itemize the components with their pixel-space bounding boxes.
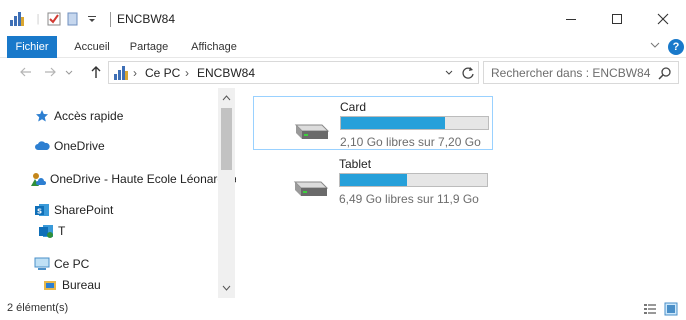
ribbon: Fichier Accueil Partage Affichage ? <box>0 36 686 58</box>
close-icon <box>657 13 669 25</box>
svg-text:S: S <box>37 208 42 216</box>
nav-item-label: T <box>58 224 66 238</box>
drive-tablet[interactable]: Tablet 6,49 Go libres sur 11,9 Go <box>253 154 493 208</box>
drive-name: Tablet <box>339 157 372 171</box>
close-button[interactable] <box>640 5 686 33</box>
details-view-icon[interactable] <box>643 302 657 316</box>
help-button[interactable]: ? <box>668 39 684 55</box>
nav-scrollbar[interactable] <box>218 88 235 298</box>
search-input[interactable]: Rechercher dans : ENCBW84 <box>483 61 679 84</box>
up-button[interactable] <box>88 65 104 81</box>
checkbox-icon[interactable] <box>46 11 62 27</box>
item-count: 2 élément(s) <box>7 302 69 314</box>
cloud-icon <box>34 138 50 154</box>
nav-item-ce-pc[interactable]: Ce PC <box>34 254 89 274</box>
chevron-down-icon <box>222 285 231 291</box>
sharepoint-site-icon <box>38 223 54 239</box>
breadcrumb-encbw84[interactable]: ENCBW84 <box>197 66 255 80</box>
nav-item-label: Ce PC <box>54 257 90 271</box>
chevron-down-icon <box>445 70 453 75</box>
drive-usage-fill <box>340 174 407 186</box>
nav-item-bureau[interactable]: Bureau <box>42 275 101 295</box>
nav-item-label: OneDrive - Haute Ecole Léonard de Vinci <box>50 172 236 186</box>
back-button[interactable] <box>18 65 34 81</box>
status-bar: 2 élément(s) <box>0 298 686 320</box>
tab-fichier[interactable]: Fichier <box>7 36 57 58</box>
breadcrumb-chevron-icon[interactable]: › <box>133 66 137 80</box>
breadcrumb-chevron-icon[interactable]: › <box>185 66 189 80</box>
expand-ribbon-button[interactable] <box>649 39 663 53</box>
navigation-pane: Accès rapide OneDrive OneDrive - Haute E… <box>0 88 236 298</box>
maximize-button[interactable] <box>594 5 640 33</box>
nav-item-onedrive-haute-ecole[interactable]: OneDrive - Haute Ecole Léonard de Vinci <box>30 169 236 189</box>
tab-partage[interactable]: Partage <box>126 36 172 58</box>
drive-usage-fill <box>341 117 446 129</box>
customize-toolbar-icon[interactable] <box>86 11 98 27</box>
star-icon <box>34 108 50 124</box>
minimize-icon <box>566 19 576 20</box>
nav-item-sharepoint[interactable]: S SharePoint <box>34 200 113 220</box>
forward-button[interactable] <box>42 65 58 81</box>
search-placeholder: Rechercher dans : ENCBW84 <box>491 66 651 80</box>
nav-item-t[interactable]: T <box>38 221 65 241</box>
breadcrumb-ce-pc[interactable]: Ce PC <box>145 66 180 80</box>
title-bar: | ENCBW84 <box>0 0 686 36</box>
nav-item-label: Accès rapide <box>54 109 124 123</box>
chevron-down-icon <box>650 42 660 48</box>
drive-space-info: 6,49 Go libres sur 11,9 Go <box>339 192 479 206</box>
drive-space-info: 2,10 Go libres sur 7,20 Go <box>340 135 481 149</box>
refresh-button[interactable] <box>461 66 475 83</box>
folder-rename-icon[interactable] <box>66 11 80 27</box>
toolbar-separator: | <box>36 13 40 25</box>
title-separator <box>110 12 111 27</box>
tab-accueil[interactable]: Accueil <box>68 36 116 58</box>
chevron-up-icon <box>222 95 231 101</box>
desktop-folder-icon <box>42 277 58 293</box>
maximize-icon <box>612 14 622 24</box>
drive-card[interactable]: Card 2,10 Go libres sur 7,20 Go <box>253 96 493 150</box>
address-dropdown-button[interactable] <box>444 67 454 81</box>
nav-item-label: SharePoint <box>54 203 114 217</box>
window-title: ENCBW84 <box>117 12 176 26</box>
address-bar[interactable]: › Ce PC › ENCBW84 <box>108 61 479 84</box>
nav-item-label: Bureau <box>62 278 101 292</box>
refresh-icon <box>462 67 474 79</box>
drive-name: Card <box>340 100 367 114</box>
arrow-left-icon <box>20 67 31 77</box>
drive-usage-bar <box>339 173 488 187</box>
sharepoint-icon: S <box>34 202 50 218</box>
removable-drive-icon <box>293 181 329 196</box>
arrow-up-icon <box>91 66 101 78</box>
person-cloud-icon <box>30 171 46 187</box>
chevron-down-icon <box>65 70 73 75</box>
nav-item-onedrive[interactable]: OneDrive <box>34 136 105 156</box>
recent-locations-button[interactable] <box>63 65 75 81</box>
large-icons-view-icon[interactable] <box>664 302 678 316</box>
tab-affichage[interactable]: Affichage <box>186 36 242 58</box>
nav-item-label: OneDrive <box>54 139 105 153</box>
properties-icon[interactable] <box>8 11 26 27</box>
scroll-down-button[interactable] <box>218 280 235 296</box>
navigation-bar: › Ce PC › ENCBW84 Rechercher dans : ENCB… <box>0 58 686 88</box>
nav-item-acces-rapide[interactable]: Accès rapide <box>34 106 123 126</box>
computer-icon <box>34 256 50 272</box>
scroll-up-button[interactable] <box>218 90 235 106</box>
drive-usage-bar <box>340 116 489 130</box>
computer-drive-icon <box>113 65 129 84</box>
removable-drive-icon <box>294 124 330 139</box>
minimize-button[interactable] <box>548 5 594 33</box>
search-icon[interactable] <box>658 66 672 80</box>
scroll-thumb[interactable] <box>221 108 232 170</box>
arrow-right-icon <box>45 67 56 77</box>
